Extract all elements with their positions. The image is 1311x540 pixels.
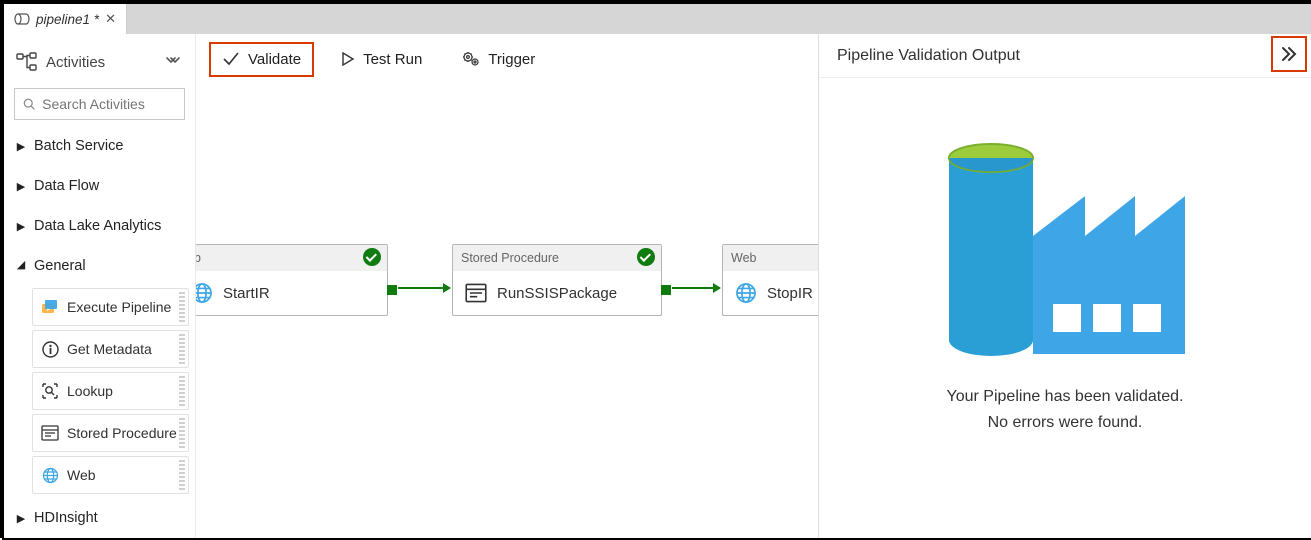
connector-2 xyxy=(672,287,720,289)
play-icon xyxy=(341,52,355,66)
trigger-button[interactable]: Trigger xyxy=(454,47,543,72)
output-port[interactable] xyxy=(661,285,671,295)
activity-web[interactable]: Web xyxy=(32,456,189,494)
caret-right-icon: ▶ xyxy=(16,512,26,525)
pipeline-toolbar: Validate Test Run Trigger xyxy=(196,34,818,84)
chevron-double-right-icon xyxy=(1280,46,1298,62)
test-run-button[interactable]: Test Run xyxy=(333,47,430,72)
validation-message-line1: Your Pipeline has been validated. xyxy=(947,384,1184,410)
search-icon xyxy=(23,97,36,112)
activities-sidebar: Activities ▶Batch Service ▶Data Flow ▶Da… xyxy=(4,34,196,538)
info-icon xyxy=(41,340,59,358)
tab-pipeline1[interactable]: pipeline1 * ✕ xyxy=(4,4,127,34)
sidebar-title: Activities xyxy=(46,54,165,71)
caret-right-icon: ▶ xyxy=(16,220,26,233)
web-icon xyxy=(41,466,59,484)
connector-1 xyxy=(398,287,450,289)
node-stopir[interactable]: Web StopIR xyxy=(722,244,818,316)
node-name: StartIR xyxy=(223,285,270,302)
activity-stored-procedure[interactable]: Stored Procedure xyxy=(32,414,189,452)
web-icon xyxy=(735,282,757,304)
execute-pipeline-icon xyxy=(41,298,59,316)
validation-output-panel: Pipeline Validation Output Your Pipeline… xyxy=(818,34,1311,538)
search-input[interactable] xyxy=(42,96,176,112)
stored-procedure-icon xyxy=(465,283,487,303)
factory-illustration xyxy=(935,118,1195,358)
drag-grip-icon xyxy=(179,460,185,490)
caret-right-icon: ▶ xyxy=(16,180,26,193)
stored-procedure-icon xyxy=(41,424,59,442)
tab-bar: pipeline1 * ✕ xyxy=(4,4,1311,34)
category-data-flow[interactable]: ▶Data Flow xyxy=(10,168,189,204)
node-type-label: Web xyxy=(731,251,756,265)
validate-button[interactable]: Validate xyxy=(214,47,309,72)
web-icon xyxy=(196,282,213,304)
activity-get-metadata[interactable]: Get Metadata xyxy=(32,330,189,368)
lookup-icon xyxy=(41,382,59,400)
validation-message-line2: No errors were found. xyxy=(947,410,1184,436)
category-data-lake-analytics[interactable]: ▶Data Lake Analytics xyxy=(10,208,189,244)
category-hdinsight[interactable]: ▶HDInsight xyxy=(10,500,189,536)
activity-execute-pipeline[interactable]: Execute Pipeline xyxy=(32,288,189,326)
drag-grip-icon xyxy=(179,418,185,448)
pipeline-canvas[interactable]: eb StartIR Stored Procedure RunSSISPacka… xyxy=(196,84,818,538)
status-success-icon xyxy=(637,248,655,266)
search-activities[interactable] xyxy=(14,88,185,120)
pipeline-icon xyxy=(14,12,30,26)
status-success-icon xyxy=(363,248,381,266)
gear-icon xyxy=(462,51,480,67)
collapse-panel-button[interactable] xyxy=(1273,38,1305,70)
node-runssis[interactable]: Stored Procedure RunSSISPackage xyxy=(452,244,662,316)
panel-title: Pipeline Validation Output xyxy=(837,47,1020,65)
node-startir[interactable]: eb StartIR xyxy=(196,244,388,316)
activity-lookup[interactable]: Lookup xyxy=(32,372,189,410)
caret-down-icon: ◢ xyxy=(16,258,26,271)
caret-right-icon: ▶ xyxy=(16,140,26,153)
output-port[interactable] xyxy=(387,285,397,295)
collapse-all-icon[interactable] xyxy=(165,54,183,70)
node-name: StopIR xyxy=(767,285,813,302)
drag-grip-icon xyxy=(179,376,185,406)
activities-icon xyxy=(16,52,38,72)
close-icon[interactable]: ✕ xyxy=(105,11,116,27)
drag-grip-icon xyxy=(179,334,185,364)
tab-title: pipeline1 * xyxy=(36,12,99,27)
node-type-label: eb xyxy=(196,251,201,265)
node-name: RunSSISPackage xyxy=(497,285,617,302)
check-icon xyxy=(222,51,240,67)
category-batch-service[interactable]: ▶Batch Service xyxy=(10,128,189,164)
node-type-label: Stored Procedure xyxy=(461,251,559,265)
category-general[interactable]: ◢General xyxy=(10,248,189,284)
drag-grip-icon xyxy=(179,292,185,322)
